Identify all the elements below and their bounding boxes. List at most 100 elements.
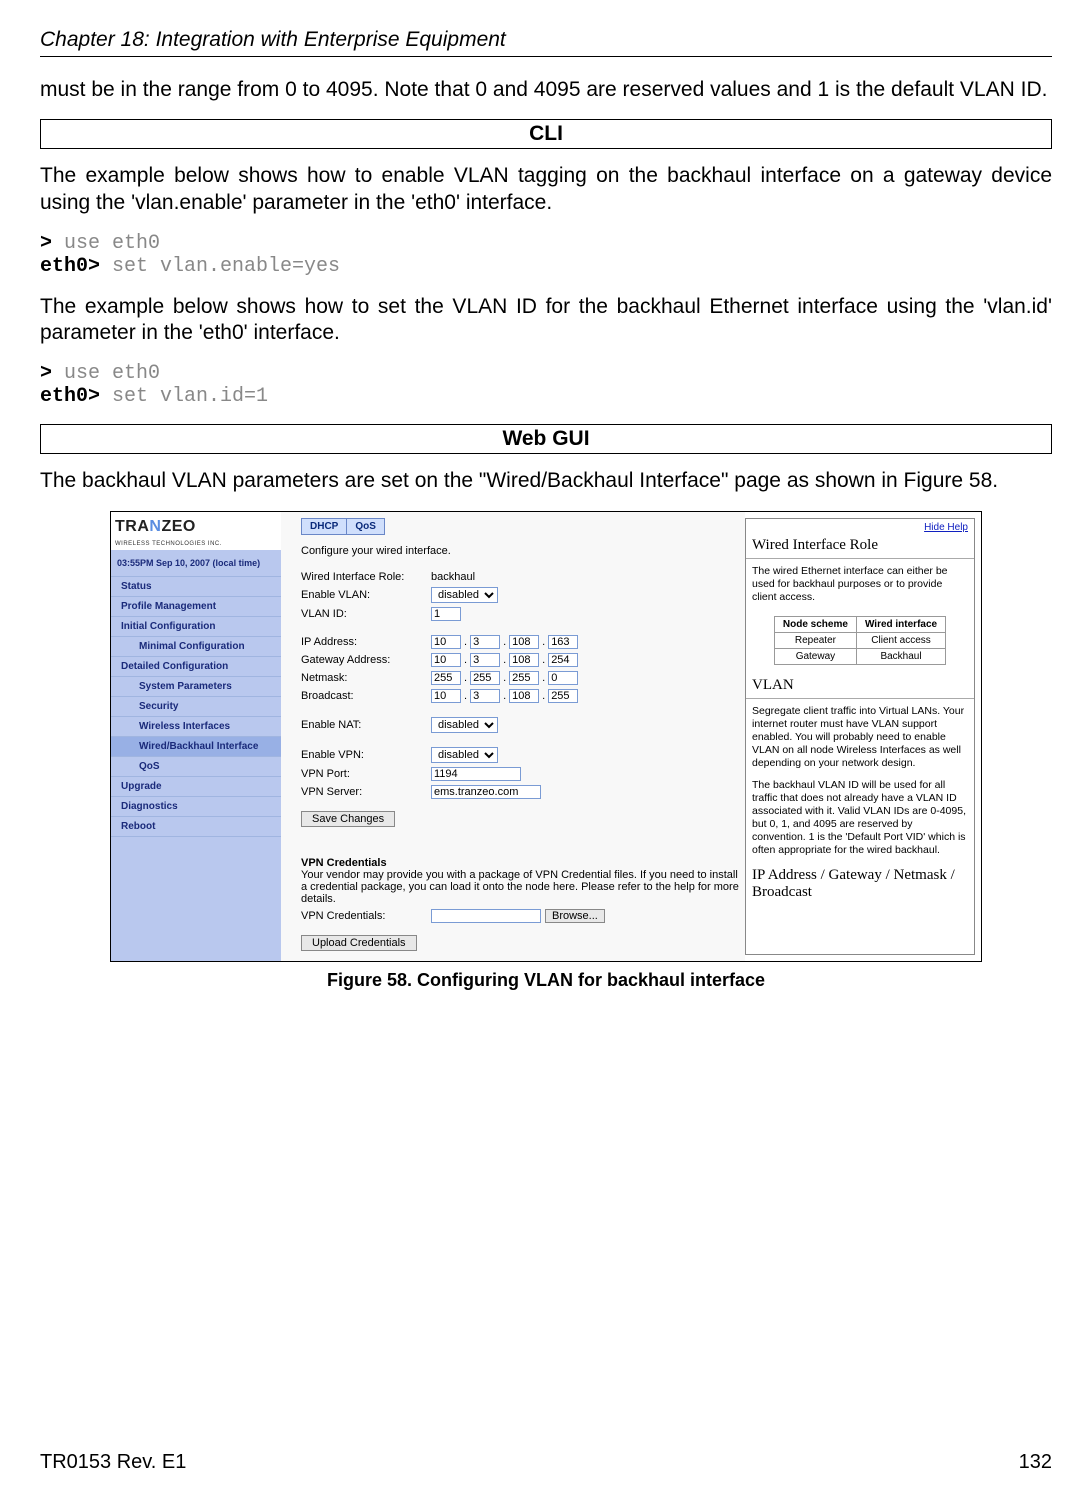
nav-minimal[interactable]: Minimal Configuration — [111, 637, 281, 657]
label-enable-vpn: Enable VPN: — [301, 749, 431, 761]
nav-system-parameters[interactable]: System Parameters — [111, 677, 281, 697]
nav-wireless[interactable]: Wireless Interfaces — [111, 717, 281, 737]
page-footer: TR0153 Rev. E1 132 — [40, 1451, 1052, 1474]
input-nm-3[interactable] — [509, 671, 539, 685]
logo: TRANZEO WIRELESS TECHNOLOGIES INC. — [111, 512, 281, 550]
label-vpn-credentials: VPN Credentials: — [301, 910, 431, 922]
input-ip-3[interactable] — [509, 635, 539, 649]
nav-wired-backhaul[interactable]: Wired/Backhaul Interface — [111, 737, 281, 757]
logo-subtitle: WIRELESS TECHNOLOGIES INC. — [115, 541, 222, 547]
label-enable-nat: Enable NAT: — [301, 719, 431, 731]
cli-example-1: > use eth0 eth0> set vlan.enable=yes — [40, 232, 1052, 278]
help-th-wired: Wired interface — [856, 616, 945, 632]
input-gw-1[interactable] — [431, 653, 461, 667]
vpn-credentials-text: Your vendor may provide you with a packa… — [301, 869, 739, 905]
nav-reboot[interactable]: Reboot — [111, 817, 281, 837]
nav-profile[interactable]: Profile Management — [111, 597, 281, 617]
label-enable-vlan: Enable VLAN: — [301, 589, 431, 601]
cli-prompt: > — [40, 362, 52, 385]
paragraph-intro: must be in the range from 0 to 4095. Not… — [40, 77, 1052, 103]
save-changes-button[interactable]: Save Changes — [301, 811, 395, 827]
nav-upgrade[interactable]: Upgrade — [111, 777, 281, 797]
input-gw-3[interactable] — [509, 653, 539, 667]
cli-command: set vlan.id=1 — [100, 385, 268, 408]
logo-text: TRANZEO — [115, 518, 196, 535]
label-netmask: Netmask: — [301, 672, 431, 684]
footer-docid: TR0153 Rev. E1 — [40, 1451, 186, 1474]
chapter-header: Chapter 18: Integration with Enterprise … — [40, 28, 1052, 52]
section-heading-webgui: Web GUI — [40, 424, 1052, 454]
nav-security[interactable]: Security — [111, 697, 281, 717]
hide-help-link[interactable]: Hide Help — [924, 522, 968, 533]
nav-time: 03:55PM Sep 10, 2007 (local time) — [111, 550, 281, 577]
tabs: DHCPQoS — [301, 518, 745, 535]
input-vlan-id[interactable] — [431, 607, 461, 621]
vpn-credentials-heading: VPN Credentials — [301, 857, 387, 869]
help-td: Backhaul — [856, 648, 945, 664]
label-role: Wired Interface Role: — [301, 571, 431, 583]
help-text-role: The wired Ethernet interface can either … — [746, 565, 974, 612]
value-role: backhaul — [431, 571, 475, 583]
footer-pagenum: 132 — [1019, 1451, 1052, 1474]
gui-container: TRANZEO WIRELESS TECHNOLOGIES INC. 03:55… — [111, 512, 981, 961]
vpn-credentials-section: VPN Credentials Your vendor may provide … — [301, 857, 745, 951]
sidebar: TRANZEO WIRELESS TECHNOLOGIES INC. 03:55… — [111, 512, 281, 961]
input-nm-2[interactable] — [470, 671, 500, 685]
input-vpn-port[interactable] — [431, 767, 521, 781]
cli-prompt: eth0> — [40, 255, 100, 278]
upload-credentials-button[interactable]: Upload Credentials — [301, 935, 417, 951]
cli-command: use eth0 — [52, 362, 160, 385]
main-area: DHCPQoS Configure your wired interface. … — [281, 512, 981, 961]
input-bc-4[interactable] — [548, 689, 578, 703]
tab-dhcp[interactable]: DHCP — [301, 518, 347, 535]
help-heading-vlan: VLAN — [746, 675, 974, 699]
input-vpn-credentials[interactable] — [431, 909, 541, 923]
section-heading-cli: CLI — [40, 119, 1052, 149]
label-vpn-port: VPN Port: — [301, 768, 431, 780]
input-bc-1[interactable] — [431, 689, 461, 703]
select-enable-vpn[interactable]: disabled — [431, 747, 498, 763]
help-th-scheme: Node scheme — [774, 616, 856, 632]
select-enable-nat[interactable]: disabled — [431, 717, 498, 733]
input-ip-2[interactable] — [470, 635, 500, 649]
header-rule — [40, 56, 1052, 57]
help-td: Gateway — [774, 648, 856, 664]
help-td: Repeater — [774, 632, 856, 648]
input-ip-4[interactable] — [548, 635, 578, 649]
paragraph-cli2: The example below shows how to set the V… — [40, 294, 1052, 347]
nav-qos[interactable]: QoS — [111, 757, 281, 777]
help-text-vlan-2: The backhaul VLAN ID will be used for al… — [746, 779, 974, 866]
input-bc-2[interactable] — [470, 689, 500, 703]
paragraph-cli1: The example below shows how to enable VL… — [40, 163, 1052, 216]
input-nm-1[interactable] — [431, 671, 461, 685]
select-enable-vlan[interactable]: disabled — [431, 587, 498, 603]
form-area: DHCPQoS Configure your wired interface. … — [281, 512, 745, 961]
label-ip: IP Address: — [301, 636, 431, 648]
help-td: Client access — [856, 632, 945, 648]
input-vpn-server[interactable] — [431, 785, 541, 799]
cli-prompt: eth0> — [40, 385, 100, 408]
nav-initial[interactable]: Initial Configuration — [111, 617, 281, 637]
help-panel: Hide Help Wired Interface Role The wired… — [745, 518, 975, 955]
help-heading-role: Wired Interface Role — [746, 535, 974, 559]
nav-diagnostics[interactable]: Diagnostics — [111, 797, 281, 817]
label-broadcast: Broadcast: — [301, 690, 431, 702]
cli-command: use eth0 — [52, 232, 160, 255]
nav-status[interactable]: Status — [111, 577, 281, 597]
cli-example-2: > use eth0 eth0> set vlan.id=1 — [40, 362, 1052, 408]
paragraph-webgui: The backhaul VLAN parameters are set on … — [40, 468, 1052, 494]
input-gw-4[interactable] — [548, 653, 578, 667]
input-gw-2[interactable] — [470, 653, 500, 667]
tab-qos[interactable]: QoS — [346, 518, 385, 535]
figure-screenshot: TRANZEO WIRELESS TECHNOLOGIES INC. 03:55… — [110, 511, 982, 962]
browse-button[interactable]: Browse... — [545, 909, 605, 923]
input-ip-1[interactable] — [431, 635, 461, 649]
nav-detailed[interactable]: Detailed Configuration — [111, 657, 281, 677]
label-vpn-server: VPN Server: — [301, 786, 431, 798]
help-table: Node schemeWired interface RepeaterClien… — [774, 616, 946, 665]
input-bc-3[interactable] — [509, 689, 539, 703]
form-intro: Configure your wired interface. — [301, 545, 745, 557]
help-heading-ip: IP Address / Gateway / Netmask / Broadca… — [746, 865, 974, 905]
input-nm-4[interactable] — [548, 671, 578, 685]
help-text-vlan-1: Segregate client traffic into Virtual LA… — [746, 705, 974, 779]
